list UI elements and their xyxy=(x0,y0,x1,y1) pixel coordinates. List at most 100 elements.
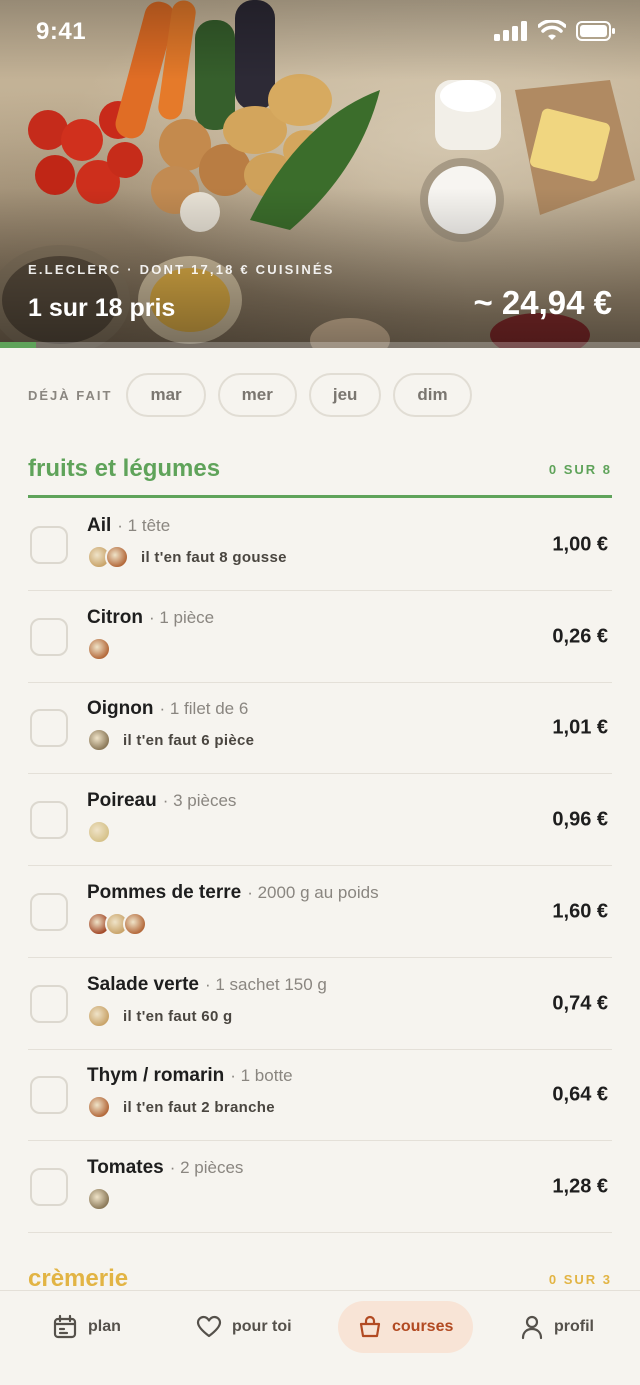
basket-icon xyxy=(359,1315,381,1338)
shopping-progress-bar xyxy=(0,342,640,348)
list-item[interactable]: Thym / romarin · 1 botte il t'en faut 2 br… xyxy=(28,1049,612,1141)
item-name-line: Salade verte · 1 sachet 150 g xyxy=(87,974,327,996)
item-recipes: il t'en faut 6 pièce xyxy=(87,728,254,752)
list-item[interactable]: Poireau · 3 pièces 0,96 € xyxy=(28,774,612,866)
list-item[interactable]: Pommes de terre · 2000 g au poids 1,60 € xyxy=(28,866,612,958)
item-quantity: · 3 pièces xyxy=(162,791,237,810)
item-name-line: Poireau · 3 pièces xyxy=(87,790,236,812)
item-checkbox[interactable] xyxy=(30,892,68,931)
recipe-thumbnail xyxy=(87,1187,111,1211)
section-divider xyxy=(28,495,612,498)
item-name-line: Thym / romarin · 1 botte xyxy=(87,1065,293,1087)
battery-icon xyxy=(576,21,615,41)
item-price: 1,01 € xyxy=(552,716,608,738)
item-checkbox[interactable] xyxy=(30,617,68,656)
item-price: 1,00 € xyxy=(552,533,608,555)
item-recipes xyxy=(87,912,147,936)
item-quantity: · 2 pièces xyxy=(169,1158,244,1177)
item-price: 0,64 € xyxy=(552,1083,608,1105)
status-time: 9:41 xyxy=(36,18,87,45)
wifi-icon xyxy=(538,20,566,40)
heart-icon xyxy=(196,1315,222,1338)
item-checkbox[interactable] xyxy=(30,984,68,1023)
section-title: fruits et légumes xyxy=(28,455,221,482)
item-name-line: Citron · 1 pièce xyxy=(87,607,214,629)
nav-plan[interactable]: plan xyxy=(52,1301,121,1353)
item-name-line: Ail · 1 tête xyxy=(87,515,170,537)
nav-pour-toi-label: pour toi xyxy=(232,1318,292,1335)
item-name: Ail xyxy=(87,515,112,536)
cellular-signal-icon xyxy=(494,21,527,41)
item-quantity: · 1 botte xyxy=(230,1066,293,1085)
day-chip-jeu[interactable]: jeu xyxy=(308,373,382,417)
item-name-line: Pommes de terre · 2000 g au poids xyxy=(87,882,379,904)
nav-plan-label: plan xyxy=(88,1318,121,1335)
item-name: Salade verte xyxy=(87,974,199,995)
recipe-thumbnail xyxy=(87,820,111,844)
item-checkbox[interactable] xyxy=(30,708,68,747)
item-name-line: Tomates · 2 pièces xyxy=(87,1157,243,1179)
recipe-thumbnail xyxy=(123,912,147,936)
item-needed-amount: il t'en faut 6 pièce xyxy=(123,731,255,749)
item-name: Pommes de terre xyxy=(87,882,242,903)
status-icons xyxy=(494,20,616,42)
item-name-line: Oignon · 1 filet de 6 xyxy=(87,698,248,720)
user-icon xyxy=(521,1315,543,1340)
shopping-progress-text: 1 sur 18 pris xyxy=(28,294,176,322)
item-needed-amount: il t'en faut 2 branche xyxy=(123,1098,275,1116)
item-recipes: il t'en faut 2 branche xyxy=(87,1095,275,1119)
item-price: 0,96 € xyxy=(552,808,608,830)
item-price: 0,74 € xyxy=(552,992,608,1014)
nav-pour-toi[interactable]: pour toi xyxy=(196,1301,292,1353)
bottom-nav: plan pour toi courses profil xyxy=(0,1290,640,1385)
item-quantity: · 2000 g au poids xyxy=(247,883,379,902)
nav-profil[interactable]: profil xyxy=(520,1301,594,1353)
item-checkbox[interactable] xyxy=(30,1075,68,1114)
estimated-total: ~ 24,94 € xyxy=(473,284,612,321)
hero-banner: 9:41 E.LECLERC · DONT 17,18 € CUISINÉS 1… xyxy=(0,0,640,348)
item-price: 0,26 € xyxy=(552,625,608,647)
nav-profil-label: profil xyxy=(554,1318,594,1335)
list-item[interactable]: Citron · 1 pièce 0,26 € xyxy=(28,591,612,683)
item-checkbox[interactable] xyxy=(30,525,68,564)
calendar-icon xyxy=(53,1314,77,1339)
section-header-fruits-legumes: fruits et légumes 0 SUR 8 xyxy=(28,455,612,483)
item-recipes: il t'en faut 60 g xyxy=(87,1004,233,1028)
list-item[interactable]: Salade verte · 1 sachet 150 g il t'en faut… xyxy=(28,958,612,1050)
item-name: Citron xyxy=(87,607,143,628)
item-name: Poireau xyxy=(87,790,157,811)
item-checkbox[interactable] xyxy=(30,1167,68,1206)
item-recipes: il t'en faut 8 gousse xyxy=(87,545,287,569)
section-title: crèmerie xyxy=(28,1265,129,1292)
list-item[interactable]: Oignon · 1 filet de 6 il t'en faut 6 pièce… xyxy=(28,682,612,774)
recipe-thumbnail xyxy=(87,728,111,752)
day-chip-dim[interactable]: dim xyxy=(393,373,472,417)
item-checkbox[interactable] xyxy=(30,800,68,839)
item-needed-amount: il t'en faut 8 gousse xyxy=(141,548,287,566)
nav-courses-label: courses xyxy=(392,1318,454,1335)
item-quantity: · 1 tête xyxy=(117,516,171,535)
item-price: 1,28 € xyxy=(552,1175,608,1197)
item-recipes xyxy=(87,637,111,661)
nav-courses[interactable]: courses xyxy=(338,1301,474,1353)
item-name: Tomates xyxy=(87,1157,164,1178)
day-chip-mer[interactable]: mer xyxy=(217,373,297,417)
item-needed-amount: il t'en faut 60 g xyxy=(123,1007,233,1025)
store-summary: E.LECLERC · DONT 17,18 € CUISINÉS xyxy=(28,262,335,277)
days-done-row: DÉJÀ FAIT mar mer jeu dim xyxy=(28,373,472,417)
day-chip-mar[interactable]: mar xyxy=(126,373,206,417)
recipe-thumbnail xyxy=(87,1004,111,1028)
section-count: 0 SUR 8 xyxy=(548,461,612,477)
item-quantity: · 1 filet de 6 xyxy=(159,699,249,718)
recipe-thumbnail xyxy=(105,545,129,569)
item-quantity: · 1 pièce xyxy=(148,608,215,627)
item-name: Oignon xyxy=(87,698,154,719)
section-header-cremerie: crèmerie 0 SUR 3 xyxy=(28,1265,612,1293)
shopping-progress-fill xyxy=(0,342,36,348)
list-item[interactable]: Tomates · 2 pièces 1,28 € xyxy=(28,1141,612,1233)
list-item[interactable]: Ail · 1 tête il t'en faut 8 gousse 1,00 € xyxy=(28,499,612,591)
recipe-thumbnail xyxy=(87,1095,111,1119)
days-done-label: DÉJÀ FAIT xyxy=(28,387,113,403)
item-quantity: · 1 sachet 150 g xyxy=(204,975,327,994)
item-name: Thym / romarin xyxy=(87,1065,225,1086)
